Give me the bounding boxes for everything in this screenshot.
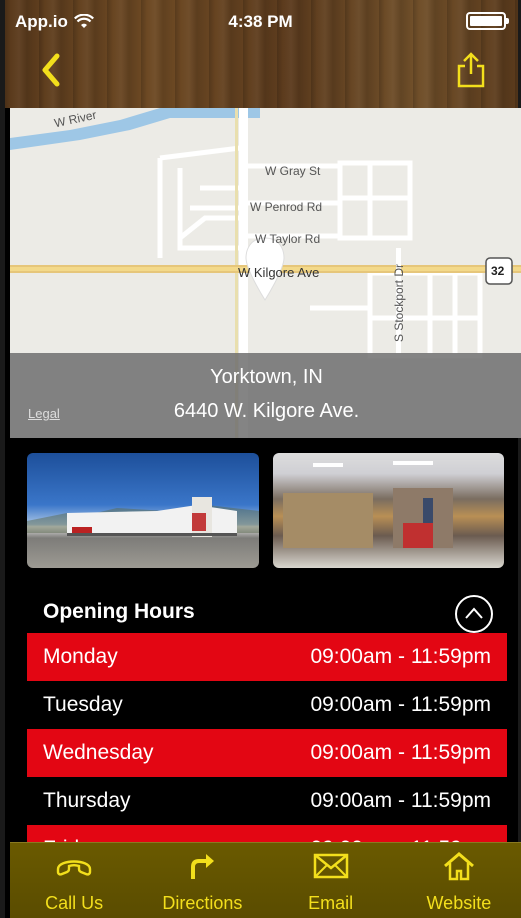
- map-label-penrod-rd: W Penrod Rd: [250, 200, 323, 214]
- battery-icon: [466, 12, 509, 30]
- tab-label: Directions: [162, 893, 243, 913]
- route-shield-label: 32: [491, 264, 505, 278]
- tab-call-us[interactable]: Call Us: [10, 843, 138, 918]
- share-icon: [457, 52, 485, 88]
- envelope-icon: [313, 853, 348, 879]
- tab-directions[interactable]: Directions: [138, 843, 266, 918]
- map-legal-link[interactable]: Legal: [28, 406, 60, 421]
- hours-day: Thursday: [43, 789, 131, 812]
- location-map[interactable]: W River W Gray St W Penrod Rd W Taylor R…: [10, 108, 521, 438]
- map-label-stockport-dr: S Stockport Dr: [392, 263, 407, 343]
- directions-arrow-icon: [191, 854, 215, 879]
- chevron-left-icon: [42, 53, 60, 87]
- hours-time: 09:00am - 11:59pm: [310, 789, 491, 812]
- opening-hours-title: Opening Hours: [43, 600, 195, 623]
- hours-time: 09:00am - 11:59pm: [310, 741, 491, 764]
- app-screen: App.io 4:38 PM W River W Gray St W Penro…: [0, 0, 521, 918]
- header: App.io 4:38 PM: [5, 0, 518, 108]
- hours-row-thursday: Thursday 09:00am - 11:59pm: [27, 777, 507, 825]
- tab-website[interactable]: Website: [395, 843, 521, 918]
- address-street: 6440 W. Kilgore Ave.: [173, 400, 360, 422]
- hours-row-wednesday: Wednesday 09:00am - 11:59pm: [27, 729, 507, 777]
- status-bar: App.io 4:38 PM: [15, 9, 509, 35]
- tab-label: Call Us: [45, 893, 104, 913]
- chevron-up-icon: [465, 607, 483, 619]
- share-button[interactable]: [454, 50, 488, 90]
- hours-time: 09:00am - 11:59pm: [310, 693, 491, 716]
- hours-day: Monday: [43, 645, 118, 668]
- status-time: 4:38 PM: [228, 12, 293, 31]
- store-exterior-photo[interactable]: [27, 453, 259, 568]
- hours-time: 09:00am - 11:59pm: [310, 645, 491, 668]
- collapse-hours-button[interactable]: [455, 595, 493, 633]
- map-label-taylor-rd: W Taylor Rd: [255, 232, 321, 246]
- hours-day: Wednesday: [43, 741, 154, 764]
- map-label-gray-st: W Gray St: [265, 164, 321, 178]
- hours-row-monday: Monday 09:00am - 11:59pm: [27, 633, 507, 681]
- address-city: Yorktown, IN: [210, 366, 323, 388]
- phone-icon: [56, 860, 92, 876]
- tab-label: Website: [426, 893, 492, 913]
- hours-row-tuesday: Tuesday 09:00am - 11:59pm: [27, 681, 507, 729]
- hours-day: Tuesday: [43, 693, 123, 716]
- tab-email[interactable]: Email: [267, 843, 395, 918]
- bottom-tab-bar: Call Us Directions Email Website: [10, 842, 521, 918]
- back-button[interactable]: [35, 50, 69, 90]
- store-interior-photo[interactable]: [273, 453, 504, 568]
- tab-label: Email: [308, 893, 354, 913]
- home-icon: [443, 852, 474, 881]
- map-label-kilgore-ave: W Kilgore Ave: [238, 265, 320, 280]
